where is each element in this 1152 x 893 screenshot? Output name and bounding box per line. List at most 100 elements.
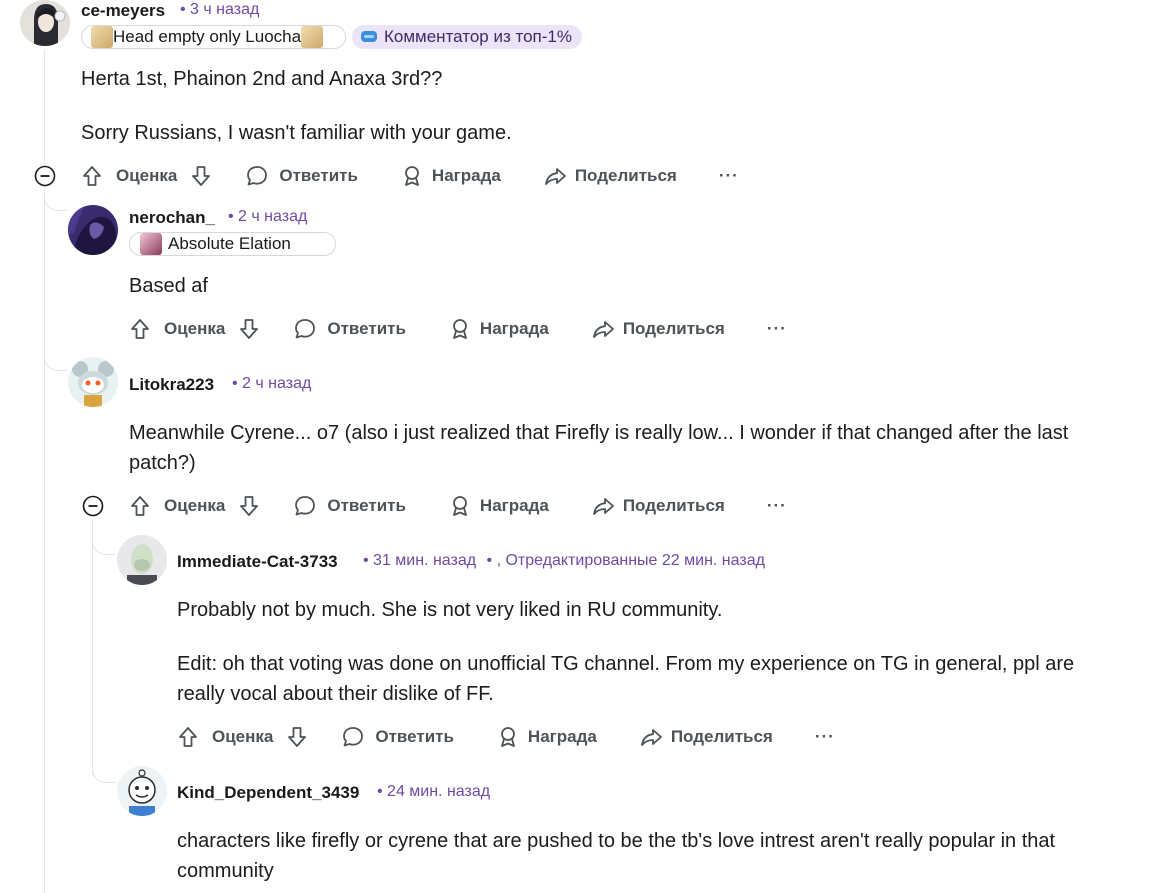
reply-button[interactable]: Ответить: [245, 160, 358, 192]
arrow-up-icon: [131, 319, 149, 339]
comment-paragraph: Edit: oh that voting was done on unoffic…: [177, 653, 1075, 705]
timestamp[interactable]: • 31 мин. назад • , Отредактированные 22…: [363, 552, 765, 570]
comment-paragraph: Based af: [129, 275, 208, 297]
comment-bubble-icon: [343, 727, 364, 747]
flair-text: Absolute Elation: [168, 234, 291, 253]
comment-paragraph: Sorry Russians, I wasn't familiar with y…: [81, 122, 512, 144]
top-commenter-badge: Комментатор из топ-1%: [352, 25, 582, 49]
share-button[interactable]: Поделиться: [543, 160, 677, 192]
timestamp-text: • 31 мин. назад: [363, 552, 477, 569]
vote-label: Оценка: [164, 319, 226, 338]
upvote-button[interactable]: [80, 160, 104, 192]
share-arrow-icon: [640, 729, 662, 746]
comment-paragraph: Meanwhile Cyrene... o7 (also i just real…: [129, 422, 1069, 474]
collapse-thread-icon[interactable]: [82, 495, 104, 517]
reply-label: Ответить: [279, 166, 358, 185]
more-options-button[interactable]: ···: [815, 721, 835, 753]
username[interactable]: Immediate-Cat-3733: [177, 552, 338, 572]
upvote-button[interactable]: [176, 721, 200, 753]
timestamp[interactable]: • 2 ч назад: [228, 208, 307, 226]
avatar[interactable]: [20, 0, 70, 46]
arrow-up-icon: [179, 727, 197, 747]
reply-label: Ответить: [327, 319, 406, 338]
award-icon: [501, 727, 515, 747]
upvote-button[interactable]: [128, 313, 152, 345]
reply-label: Ответить: [327, 496, 406, 515]
arrow-up-icon: [83, 166, 101, 186]
more-label: ···: [766, 319, 787, 338]
share-arrow-icon: [544, 168, 566, 185]
edited-label: • , Отредактированные 22 мин. назад: [486, 552, 765, 569]
more-label: ···: [766, 496, 787, 515]
username[interactable]: ce-meyers: [81, 1, 165, 21]
flair-text: Head empty only Luocha: [113, 27, 302, 46]
award-button[interactable]: Награда: [400, 160, 501, 192]
thread-connector: [44, 192, 67, 211]
comment-actions: Оценка Ответить Награда Поделиться ···: [128, 490, 787, 522]
timestamp[interactable]: • 2 ч назад: [232, 375, 311, 393]
thread-line-nested: [92, 520, 93, 775]
comment-body: Herta 1st, Phainon 2nd and Anaxa 3rd?? S…: [81, 64, 1121, 148]
downvote-button[interactable]: [237, 490, 261, 522]
share-button[interactable]: Поделиться: [591, 313, 725, 345]
thread-connector: [44, 352, 67, 371]
share-label: Поделиться: [622, 496, 725, 515]
avatar[interactable]: [117, 766, 167, 816]
comment-body: Meanwhile Cyrene... o7 (also i just real…: [129, 418, 1119, 478]
avatar[interactable]: [117, 535, 167, 585]
reply-label: Ответить: [375, 727, 454, 746]
comment-actions: Оценка Ответить Награда Поделиться ···: [80, 160, 739, 192]
award-button[interactable]: Награда: [496, 721, 597, 753]
share-label: Поделиться: [622, 319, 725, 338]
share-label: Поделиться: [574, 166, 677, 185]
downvote-button[interactable]: [189, 160, 213, 192]
more-options-button[interactable]: ···: [767, 313, 787, 345]
vote-label: Оценка: [116, 166, 178, 185]
thread-connector: [92, 764, 115, 783]
comment-bubble-icon: [247, 166, 268, 186]
flair-emoji-icon: [301, 26, 324, 48]
award-label: Награда: [479, 496, 549, 515]
more-options-button[interactable]: ···: [767, 490, 787, 522]
username[interactable]: nerochan_: [129, 208, 215, 228]
award-button[interactable]: Награда: [448, 313, 549, 345]
comment-body: Based af: [129, 271, 1119, 301]
share-label: Поделиться: [670, 727, 773, 746]
username[interactable]: Kind_Dependent_3439: [177, 783, 359, 803]
badge-label: Комментатор из топ-1%: [384, 27, 572, 46]
award-label: Награда: [527, 727, 597, 746]
timestamp[interactable]: • 3 ч назад: [180, 1, 259, 19]
comment-actions: Оценка Ответить Награда Поделиться ···: [176, 721, 835, 753]
comment-actions: Оценка Ответить Награда Поделиться ···: [128, 313, 787, 345]
upvote-button[interactable]: [128, 490, 152, 522]
more-label: ···: [718, 166, 739, 185]
arrow-down-icon: [240, 496, 259, 516]
award-icon: [453, 319, 467, 339]
arrow-up-icon: [131, 496, 149, 516]
more-options-button[interactable]: ···: [719, 160, 739, 192]
timestamp[interactable]: • 24 мин. назад: [377, 783, 490, 801]
award-label: Награда: [431, 166, 501, 185]
reply-button[interactable]: Ответить: [293, 313, 406, 345]
comment-paragraph: Probably not by much. She is not very li…: [177, 599, 723, 621]
share-button[interactable]: Поделиться: [639, 721, 773, 753]
avatar[interactable]: [68, 205, 118, 255]
comment-bubble-icon: [295, 496, 316, 516]
downvote-button[interactable]: [237, 313, 261, 345]
share-arrow-icon: [592, 321, 614, 338]
comment-bubble-icon: [295, 319, 316, 339]
downvote-button[interactable]: [285, 721, 309, 753]
thread-connector: [92, 536, 115, 555]
award-button[interactable]: Награда: [448, 490, 549, 522]
username[interactable]: Litokra223: [129, 375, 214, 395]
chat-bubble-icon: [361, 31, 377, 42]
award-icon: [405, 166, 419, 186]
share-button[interactable]: Поделиться: [591, 490, 725, 522]
comment-body: characters like firefly or cyrene that a…: [177, 826, 1117, 886]
user-flair: Head empty only Luocha: [81, 25, 346, 49]
reply-button[interactable]: Ответить: [341, 721, 454, 753]
avatar[interactable]: [68, 357, 118, 407]
arrow-down-icon: [288, 727, 307, 747]
collapse-thread-icon[interactable]: [34, 165, 56, 187]
reply-button[interactable]: Ответить: [293, 490, 406, 522]
